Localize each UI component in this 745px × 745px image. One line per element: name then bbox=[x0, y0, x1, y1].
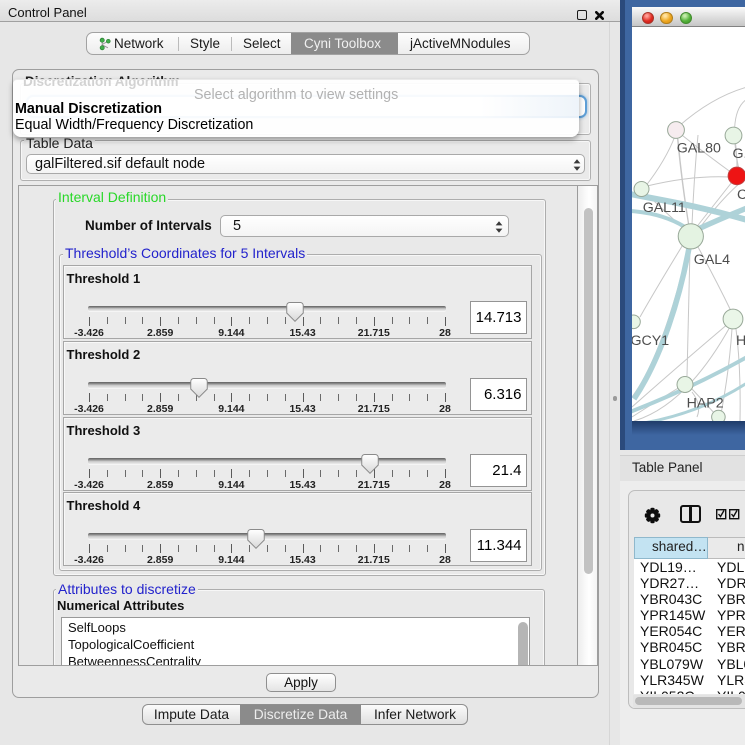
svg-text:HAP2: HAP2 bbox=[687, 396, 724, 412]
svg-text:GCY1: GCY1 bbox=[632, 333, 669, 349]
svg-text:G.: G. bbox=[733, 146, 745, 162]
svg-text:GAL4: GAL4 bbox=[694, 252, 730, 268]
svg-text:GAL80: GAL80 bbox=[677, 140, 721, 156]
svg-text:GAL11: GAL11 bbox=[643, 200, 686, 216]
svg-text:H: H bbox=[736, 333, 745, 349]
svg-text:C: C bbox=[737, 187, 745, 203]
